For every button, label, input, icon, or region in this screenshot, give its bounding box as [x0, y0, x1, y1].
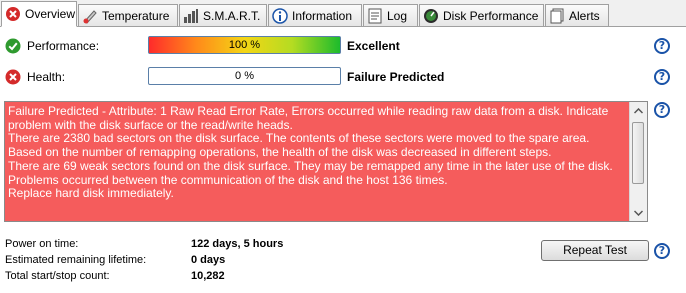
performance-label: Performance:: [27, 39, 100, 53]
tab-label: S.M.A.R.T.: [203, 8, 261, 23]
health-value: Failure Predicted: [347, 70, 445, 84]
error-x-icon: [5, 69, 21, 85]
tab-label: Temperature: [102, 8, 170, 23]
thermometer-icon: [82, 8, 98, 24]
health-message-text: Failure Predicted - Attribute: 1 Raw Rea…: [8, 104, 613, 201]
performance-meter-text: 100 %: [228, 39, 261, 51]
scroll-up-button[interactable]: [630, 102, 647, 119]
start-stop-count-value: 10,282: [191, 270, 225, 282]
tab-temperature[interactable]: Temperature: [78, 4, 178, 26]
overview-error-icon: [5, 6, 21, 22]
tab-log[interactable]: Log: [363, 4, 418, 26]
tab-label: Overview: [25, 7, 76, 21]
message-scrollbar[interactable]: [629, 102, 647, 221]
tab-label: Log: [387, 8, 408, 23]
tab-bar: Overview Temperature S.M.A.R.T. Informat…: [0, 0, 686, 27]
info-icon: [272, 7, 288, 24]
health-message-box[interactable]: Failure Predicted - Attribute: 1 Raw Rea…: [4, 101, 648, 222]
remaining-lifetime-label: Estimated remaining lifetime:: [5, 254, 147, 266]
health-meter-text: 0 %: [235, 70, 254, 82]
health-meter: 0 %: [148, 67, 341, 85]
performance-help-icon[interactable]: ?: [654, 38, 670, 54]
scroll-thumb[interactable]: [632, 122, 644, 184]
tab-information[interactable]: Information: [268, 4, 362, 26]
start-stop-count-label: Total start/stop count:: [5, 270, 110, 282]
smart-bars-icon: [183, 8, 199, 24]
tab-alerts[interactable]: Alerts: [545, 4, 609, 26]
tab-smart[interactable]: S.M.A.R.T.: [179, 4, 267, 26]
alerts-icon: [549, 8, 565, 24]
chevron-down-icon: [634, 209, 643, 216]
remaining-lifetime-value: 0 days: [191, 254, 226, 266]
power-on-time-value: 122 days, 5 hours: [191, 238, 284, 250]
tab-label: Information: [292, 8, 353, 23]
repeat-test-button[interactable]: Repeat Test: [541, 240, 649, 261]
health-label: Health:: [27, 70, 66, 84]
log-document-icon: [367, 8, 383, 24]
performance-meter: 100 %: [148, 36, 341, 54]
tab-overview[interactable]: Overview: [1, 1, 77, 27]
scroll-down-button[interactable]: [630, 204, 647, 221]
repeat-test-help-icon[interactable]: ?: [654, 243, 670, 259]
health-help-icon[interactable]: ?: [654, 69, 670, 85]
gauge-icon: [423, 8, 439, 24]
tab-disk-performance[interactable]: Disk Performance: [419, 4, 544, 26]
message-help-icon[interactable]: ?: [654, 102, 670, 118]
chevron-up-icon: [634, 107, 643, 114]
power-on-time-label: Power on time:: [5, 238, 79, 250]
tab-label: Disk Performance: [443, 8, 539, 23]
tab-label: Alerts: [569, 8, 600, 23]
check-icon: [5, 38, 21, 54]
performance-value: Excellent: [347, 39, 400, 53]
